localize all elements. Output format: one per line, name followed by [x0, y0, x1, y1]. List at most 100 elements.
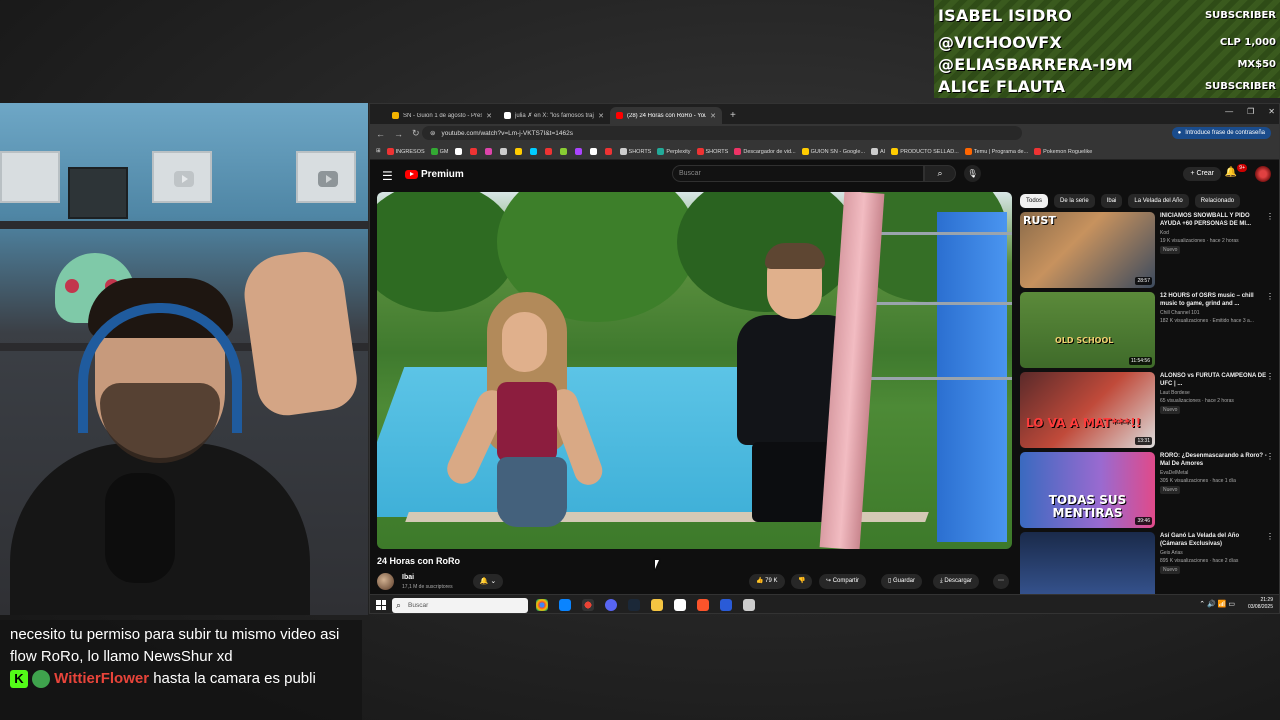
bookmark-icon[interactable]: [454, 147, 464, 155]
more-icon[interactable]: ⋮: [1266, 212, 1274, 221]
bookmark[interactable]: Pokemon Roguelike: [1034, 147, 1092, 155]
recommended-video[interactable]: LO VA A MAT***!! 13:31 ALONSO vs FURUTA …: [1020, 372, 1276, 452]
bookmark[interactable]: SHORTS: [696, 147, 728, 155]
video-thumbnail[interactable]: OLD SCHOOL 11:54:56: [1020, 292, 1155, 368]
notifications-icon[interactable]: 🔔: [1225, 167, 1237, 178]
recommended-video[interactable]: TODAS SUS MENTIRAS 39:46 RORO: ¿Desenmas…: [1020, 452, 1276, 532]
channel-row: Ibai 17,1 M de suscriptores 🔔 ⌄ 👍 79 K 👎…: [377, 571, 1012, 593]
search-input[interactable]: Buscar: [672, 165, 924, 182]
folder-icon[interactable]: [651, 599, 663, 611]
forward-icon[interactable]: →: [394, 129, 403, 139]
bookmark-icon[interactable]: [559, 147, 569, 155]
bookmark[interactable]: Perplexity: [657, 147, 691, 155]
edge-icon[interactable]: [559, 599, 571, 611]
chip-series[interactable]: De la serie: [1054, 194, 1095, 208]
close-icon[interactable]: ✕: [486, 112, 492, 120]
menu-icon[interactable]: ☰: [382, 169, 393, 183]
reload-icon[interactable]: ↻: [412, 128, 420, 139]
bookmark-icon[interactable]: [589, 147, 599, 155]
channel-name[interactable]: Ibai: [402, 574, 414, 581]
new-tab-button[interactable]: +: [722, 107, 744, 124]
share-button[interactable]: ↪ Compartir: [819, 574, 867, 589]
alert-row: @ELIASBARRERA-I9M MX$50: [938, 53, 1276, 75]
app-icon[interactable]: [720, 599, 732, 611]
key-icon: ●: [1177, 130, 1182, 136]
video-thumbnail[interactable]: TODAS SUS MENTIRAS 39:46: [1020, 452, 1155, 528]
channel-avatar[interactable]: [377, 573, 394, 590]
bookmark-icon[interactable]: [484, 147, 494, 155]
dislike-button[interactable]: 👎: [791, 574, 813, 589]
chip-all[interactable]: Todos: [1020, 194, 1049, 208]
bookmark[interactable]: GM: [430, 147, 449, 155]
bookmark-icon[interactable]: [529, 147, 539, 155]
like-button[interactable]: 👍 79 K: [749, 574, 785, 589]
chip-velada[interactable]: La Velada del Año: [1128, 194, 1189, 208]
minimize-icon[interactable]: —: [1225, 107, 1233, 116]
video-thumbnail[interactable]: LO VA A MAT***!! 13:31: [1020, 372, 1155, 448]
apps-icon[interactable]: ⊞: [376, 148, 381, 154]
tab-label: julia ✗ en X: "los famosos traje: [515, 113, 595, 119]
notepad-icon[interactable]: [674, 599, 686, 611]
video-duration: 13:31: [1135, 437, 1152, 445]
recommended-video[interactable]: RUST 28:57 INICIAMOS SNOWBALL Y PIDO AYU…: [1020, 212, 1276, 292]
address-bar[interactable]: ⊜ youtube.com/watch?v=Lm-j-VKTS7I&t=1462…: [422, 126, 1022, 140]
recommended-video[interactable]: OLD SCHOOL 11:54:56 12 HOURS of OSRS mus…: [1020, 292, 1276, 372]
password-prompt-button[interactable]: ● Introduce frase de contraseña: [1171, 127, 1271, 139]
bookmark-icon[interactable]: [544, 147, 554, 155]
mic-icon[interactable]: 🎙: [964, 165, 981, 182]
chrome-icon[interactable]: [582, 599, 594, 611]
alert-tag: SUBSCRIBER: [1204, 9, 1276, 21]
brave-icon[interactable]: [697, 599, 709, 611]
close-window-icon[interactable]: ✕: [1268, 107, 1275, 116]
account-avatar[interactable]: [1255, 166, 1271, 182]
chrome-icon[interactable]: [536, 599, 548, 611]
clock[interactable]: 21:29 03/08/2025: [1248, 597, 1273, 611]
video-player[interactable]: [377, 192, 1012, 549]
more-icon[interactable]: ⋮: [1266, 372, 1274, 381]
bookmark[interactable]: PRODUCTO SELLAD...: [891, 147, 959, 155]
create-button[interactable]: + Crear: [1183, 167, 1221, 181]
steam-icon[interactable]: [628, 599, 640, 611]
bookmark-icon[interactable]: [514, 147, 524, 155]
maximize-icon[interactable]: ❐: [1247, 107, 1254, 116]
more-icon[interactable]: ⋮: [1266, 532, 1274, 541]
close-icon[interactable]: ✕: [710, 112, 716, 120]
chip-ibai[interactable]: Ibai: [1100, 194, 1123, 208]
video-thumbnail[interactable]: RUST 28:57: [1020, 212, 1155, 288]
back-icon[interactable]: ←: [376, 129, 385, 139]
youtube-logo[interactable]: Premium: [405, 169, 464, 180]
save-button[interactable]: ▯ Guardar: [881, 574, 922, 589]
youtube-page: ☰ Premium Buscar ⌕ 🎙 + Crear 🔔 9+ 24 Hor…: [370, 161, 1279, 608]
discord-icon[interactable]: [605, 599, 617, 611]
logo-text: Premium: [421, 169, 464, 180]
bookmark[interactable]: SHORTS: [619, 147, 651, 155]
windows-start-icon[interactable]: [376, 600, 386, 610]
taskbar-search-input[interactable]: Buscar: [392, 598, 528, 613]
chip-related[interactable]: Relacionado: [1194, 194, 1241, 208]
bookmark[interactable]: INGRESOS: [386, 147, 425, 155]
subscription-bell-button[interactable]: 🔔 ⌄: [473, 574, 503, 589]
bookmark-icon[interactable]: [604, 147, 614, 155]
bookmark[interactable]: GUION SN - Google...: [801, 147, 865, 155]
site-info-icon[interactable]: ⊜: [430, 129, 435, 137]
browser-tab[interactable]: SN - Guion 1 de agosto - Prese ✕: [386, 107, 498, 124]
download-button[interactable]: ⤓ Descargar: [933, 574, 980, 589]
close-icon[interactable]: ✕: [598, 112, 604, 120]
bookmark[interactable]: AI: [871, 147, 885, 155]
more-icon[interactable]: ⋮: [1266, 292, 1274, 301]
slides-icon: [392, 112, 399, 119]
thumbnail-text: LO VA A MAT***!!: [1026, 416, 1142, 430]
more-actions-button[interactable]: ⋯: [993, 574, 1009, 589]
bookmark[interactable]: Descargador de vid...: [734, 147, 796, 155]
bookmark[interactable]: Temu | Programa de...: [964, 147, 1028, 155]
shield-icon[interactable]: [743, 599, 755, 611]
more-icon[interactable]: ⋮: [1266, 452, 1274, 461]
bookmark-icon[interactable]: [574, 147, 584, 155]
bookmark-icon[interactable]: [469, 147, 479, 155]
bookmark-icon[interactable]: [499, 147, 509, 155]
browser-tab[interactable]: julia ✗ en X: "los famosos traje ✕: [498, 107, 610, 124]
search-icon[interactable]: ⌕: [924, 165, 956, 182]
browser-tab-active[interactable]: (28) 24 Horas con RoRo - YouT ✕: [610, 107, 722, 124]
system-tray-icons[interactable]: ⌃ 🔊 📶 ▭: [1199, 600, 1235, 608]
play-button-plaque: [68, 167, 128, 219]
